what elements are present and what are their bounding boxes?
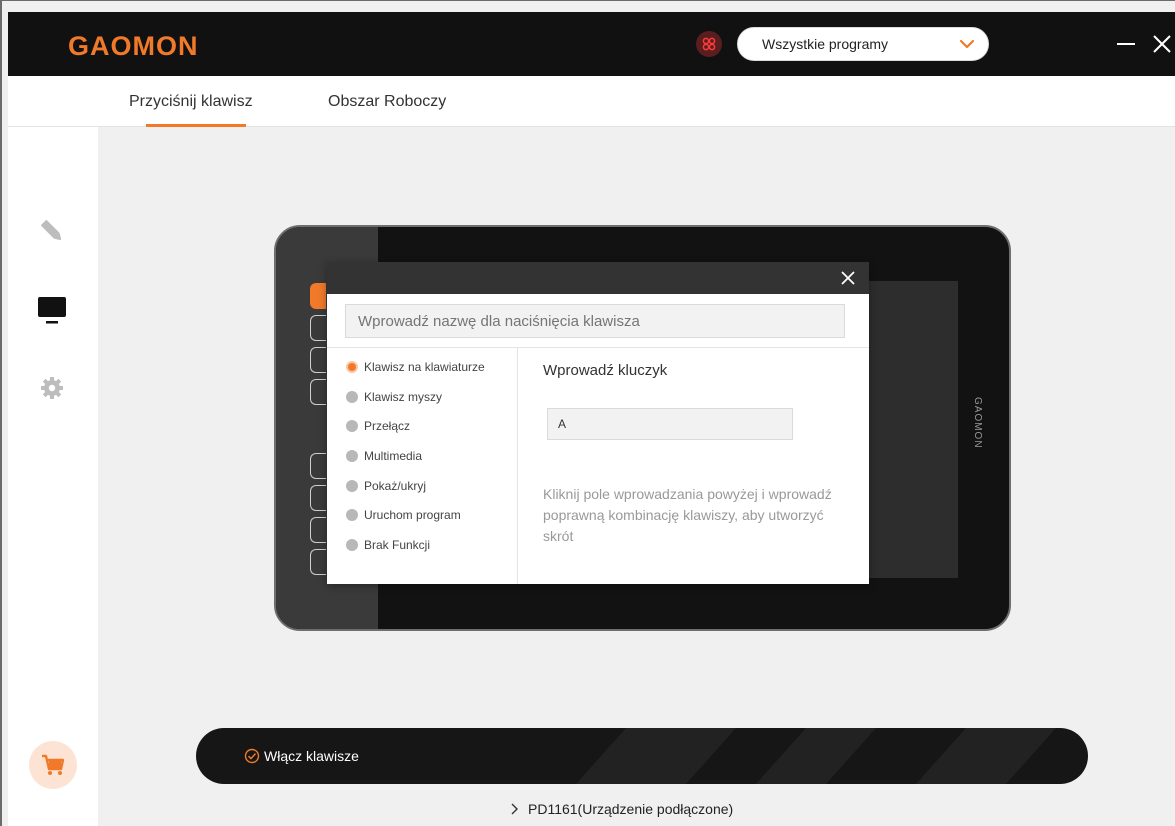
dialog-header xyxy=(327,262,869,294)
option-label: Multimedia xyxy=(364,449,423,463)
pen-icon xyxy=(41,220,62,241)
enable-keys-bar: Włącz klawisze xyxy=(196,728,1088,784)
radio-icon xyxy=(346,539,358,551)
check-circle-icon xyxy=(244,748,260,764)
tablet-screen xyxy=(864,281,958,578)
key-input-title: Wprowadź kluczyk xyxy=(543,362,668,379)
tab-work-area[interactable]: Obszar Roboczy xyxy=(328,93,446,111)
enable-keys-label: Włącz klawisze xyxy=(264,748,359,764)
key-assign-dialog: Klawisz na klawiaturze Klawisz myszy Prz… xyxy=(327,262,869,584)
option-label: Klawisz myszy xyxy=(364,390,443,404)
close-icon[interactable] xyxy=(839,269,857,287)
tab-press-key[interactable]: Przyciśnij klawisz xyxy=(129,93,253,111)
option-label: Pokaż/ukryj xyxy=(364,479,427,493)
cart-icon xyxy=(42,754,65,775)
option-label: Przełącz xyxy=(364,419,411,433)
app-icon-button[interactable] xyxy=(696,31,722,57)
dialog-divider-vertical xyxy=(517,348,518,584)
tablet-key[interactable] xyxy=(310,315,326,341)
enable-keys-checkbox[interactable]: Włącz klawisze xyxy=(244,748,359,764)
app-grid-icon xyxy=(702,37,716,51)
radio-icon xyxy=(346,509,358,521)
active-tab-indicator xyxy=(146,124,246,127)
tablet-brand-label: GAOMON xyxy=(972,397,983,449)
tablet-key[interactable] xyxy=(310,379,326,405)
monitor-icon xyxy=(38,297,66,324)
sidebar-item-pen[interactable] xyxy=(34,213,70,249)
chevron-down-icon xyxy=(959,39,975,49)
option-label: Klawisz na klawiaturze xyxy=(364,360,485,374)
sidebar xyxy=(8,127,98,826)
tablet-key[interactable] xyxy=(310,453,326,479)
close-window-icon[interactable] xyxy=(1148,30,1175,58)
title-bar: GAOMON Wszystkie programy xyxy=(8,12,1175,76)
option-no-function[interactable]: Brak Funkcji xyxy=(346,538,430,552)
option-switch[interactable]: Przełącz xyxy=(346,419,410,433)
option-run-program[interactable]: Uruchom program xyxy=(346,508,461,522)
gear-icon xyxy=(41,377,63,399)
sidebar-item-settings[interactable] xyxy=(34,370,70,406)
shop-button[interactable] xyxy=(29,741,77,789)
key-input-hint: Kliknij pole wprowadzania powyżej i wpro… xyxy=(543,486,832,544)
key-name-input[interactable] xyxy=(345,304,845,338)
tablet-key[interactable] xyxy=(310,485,326,511)
status-bar: PD1161(Urządzenie podłączone) xyxy=(98,790,1175,826)
minimize-icon[interactable] xyxy=(1112,30,1140,58)
radio-icon xyxy=(346,450,358,462)
tablet-key[interactable] xyxy=(310,517,326,543)
gaomon-logo: GAOMON xyxy=(68,31,199,61)
device-status[interactable]: PD1161(Urządzenie podłączone) xyxy=(510,801,733,817)
option-label: Brak Funkcji xyxy=(364,538,431,552)
option-show-hide[interactable]: Pokaż/ukryj xyxy=(346,479,426,493)
dialog-divider xyxy=(327,347,869,348)
key-combination-input[interactable] xyxy=(547,408,793,440)
radio-icon xyxy=(346,480,358,492)
chevron-right-icon xyxy=(511,803,518,815)
radio-icon xyxy=(346,420,358,432)
radio-icon xyxy=(346,361,358,373)
option-multimedia[interactable]: Multimedia xyxy=(346,449,422,463)
tablet-key[interactable] xyxy=(310,347,326,373)
tab-bar: Przyciśnij klawisz Obszar Roboczy xyxy=(8,76,1175,127)
program-select-value: Wszystkie programy xyxy=(762,36,889,52)
option-keyboard-key[interactable]: Klawisz na klawiaturze xyxy=(346,360,485,374)
option-mouse-key[interactable]: Klawisz myszy xyxy=(346,390,442,404)
tablet-key[interactable] xyxy=(310,283,326,309)
sidebar-item-display[interactable] xyxy=(34,292,70,328)
option-label: Uruchom program xyxy=(364,508,461,522)
tablet-key[interactable] xyxy=(310,549,326,575)
device-status-text: PD1161(Urządzenie podłączone) xyxy=(528,801,734,817)
radio-icon xyxy=(346,391,358,403)
program-select[interactable]: Wszystkie programy xyxy=(737,27,989,61)
